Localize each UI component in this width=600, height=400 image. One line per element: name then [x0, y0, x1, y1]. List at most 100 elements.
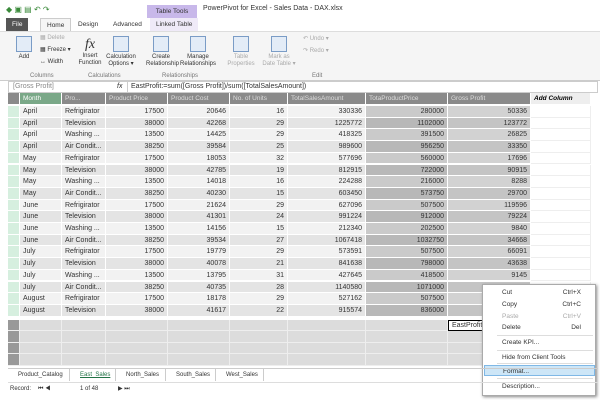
table-cell[interactable]: 603450 [288, 187, 366, 200]
table-row[interactable]: June Television 38000 41301 24 991224 912000 79… [8, 211, 598, 223]
table-cell[interactable]: Television [62, 211, 106, 223]
table-row[interactable]: May Refrigirator 17500 18053 32 577696 560000 1… [8, 152, 598, 165]
table-cell[interactable]: 1032750 [366, 234, 448, 247]
table-cell[interactable]: 29700 [448, 187, 531, 200]
table-cell[interactable] [531, 211, 591, 223]
calculation-cell[interactable] [366, 331, 448, 343]
table-cell[interactable]: June [20, 234, 62, 247]
table-cell[interactable]: Television [62, 304, 106, 317]
table-cell[interactable] [531, 187, 591, 200]
table-cell[interactable]: August [20, 304, 62, 317]
table-cell[interactable]: 40735 [168, 281, 230, 294]
table-cell[interactable]: 427645 [288, 269, 366, 282]
table-cell[interactable]: 1225772 [288, 117, 366, 130]
calculation-cell[interactable] [20, 331, 62, 343]
table-cell[interactable]: 38000 [106, 211, 168, 223]
table-cell[interactable]: 29 [230, 117, 288, 130]
table-cell[interactable] [531, 152, 591, 165]
table-cell[interactable] [531, 106, 591, 118]
calculation-cell[interactable] [230, 354, 288, 366]
table-cell[interactable]: 29 [230, 129, 288, 142]
table-cell[interactable]: 38000 [106, 258, 168, 270]
table-cell[interactable]: 9145 [448, 269, 531, 282]
calculation-cell[interactable] [288, 354, 366, 366]
table-cell[interactable]: July [20, 281, 62, 294]
table-properties-button[interactable]: Table Properties [226, 36, 256, 68]
width-button[interactable]: ↔ Width [40, 59, 63, 66]
table-cell[interactable]: 22 [230, 304, 288, 317]
row-selector[interactable] [8, 342, 20, 355]
table-cell[interactable] [531, 234, 591, 247]
table-cell[interactable]: 26825 [448, 129, 531, 142]
table-cell[interactable]: Air Condit... [62, 234, 106, 247]
table-cell[interactable]: Refrigirator [62, 152, 106, 165]
table-cell[interactable]: 812915 [288, 164, 366, 177]
tab-linked-table[interactable]: Linked Table [150, 18, 199, 31]
calculation-cell[interactable] [366, 342, 448, 355]
table-cell[interactable]: 20646 [168, 106, 230, 118]
table-cell[interactable]: 41617 [168, 304, 230, 317]
table-cell[interactable]: Washing ... [62, 129, 106, 142]
table-row[interactable]: June Washing ... 13500 14156 15 212340 202500 9… [8, 223, 598, 235]
table-cell[interactable]: 212340 [288, 223, 366, 235]
table-cell[interactable]: Refrigirator [62, 246, 106, 259]
table-cell[interactable]: 15 [230, 223, 288, 235]
table-cell[interactable]: 9840 [448, 223, 531, 235]
tab-home[interactable]: Home [40, 18, 72, 31]
table-cell[interactable]: 32 [230, 152, 288, 165]
row-selector[interactable] [8, 106, 20, 118]
table-cell[interactable]: 13500 [106, 129, 168, 142]
table-cell[interactable]: 1071000 [366, 281, 448, 294]
insert-function-button[interactable]: fx Insert Function [78, 36, 102, 67]
table-cell[interactable]: May [20, 176, 62, 188]
calculation-cell[interactable] [168, 331, 230, 343]
table-cell[interactable]: 915574 [288, 304, 366, 317]
calculation-cell[interactable] [230, 331, 288, 343]
table-cell[interactable]: 41301 [168, 211, 230, 223]
table-cell[interactable]: 15 [230, 187, 288, 200]
table-cell[interactable]: 38000 [106, 117, 168, 130]
table-cell[interactable]: 18053 [168, 152, 230, 165]
table-cell[interactable]: 798000 [366, 258, 448, 270]
calculation-cell[interactable] [288, 342, 366, 355]
table-cell[interactable] [531, 269, 591, 282]
table-row[interactable]: June Refrigirator 17500 21624 29 627096 507500… [8, 199, 598, 212]
table-cell[interactable]: 14156 [168, 223, 230, 235]
table-cell[interactable]: June [20, 211, 62, 223]
row-selector[interactable] [8, 246, 20, 259]
table-cell[interactable]: Air Condit... [62, 141, 106, 153]
freeze-button[interactable]: ▦ Freeze ▾ [40, 47, 71, 54]
row-selector[interactable] [8, 234, 20, 247]
menu-item-cut[interactable]: Cut Ctrl+X [484, 287, 595, 298]
table-cell[interactable]: 13500 [106, 269, 168, 282]
table-cell[interactable]: 19 [230, 164, 288, 177]
column-header[interactable]: Gross Profit [448, 93, 531, 105]
table-cell[interactable]: 19779 [168, 246, 230, 259]
menu-item-paste[interactable]: Paste Ctrl+V [484, 311, 595, 322]
column-header[interactable]: TotalSalesAmount [288, 93, 366, 105]
table-cell[interactable]: Television [62, 117, 106, 130]
table-cell[interactable]: 21 [230, 258, 288, 270]
calculation-cell[interactable] [62, 354, 106, 366]
row-selector[interactable] [8, 304, 20, 317]
table-cell[interactable]: Air Condit... [62, 187, 106, 200]
table-cell[interactable]: 280000 [366, 106, 448, 118]
table-cell[interactable]: 43638 [448, 258, 531, 270]
manage-relationships-button[interactable]: Manage Relationships [180, 36, 216, 68]
calculation-cell[interactable] [62, 319, 106, 332]
table-cell[interactable]: 16 [230, 106, 288, 118]
table-cell[interactable] [531, 141, 591, 153]
row-selector[interactable] [8, 176, 20, 188]
table-cell[interactable]: 17500 [106, 152, 168, 165]
row-selector[interactable] [8, 223, 20, 235]
table-cell[interactable]: 79224 [448, 211, 531, 223]
table-cell[interactable]: 16 [230, 176, 288, 188]
table-cell[interactable]: 90915 [448, 164, 531, 177]
table-cell[interactable]: 27 [230, 234, 288, 247]
calculation-cell[interactable] [20, 342, 62, 355]
menu-item-copy[interactable]: Copy Ctrl+C [484, 299, 595, 310]
row-selector[interactable] [8, 117, 20, 130]
calculation-cell[interactable] [106, 331, 168, 343]
row-selector[interactable] [8, 129, 20, 142]
table-cell[interactable] [531, 164, 591, 177]
